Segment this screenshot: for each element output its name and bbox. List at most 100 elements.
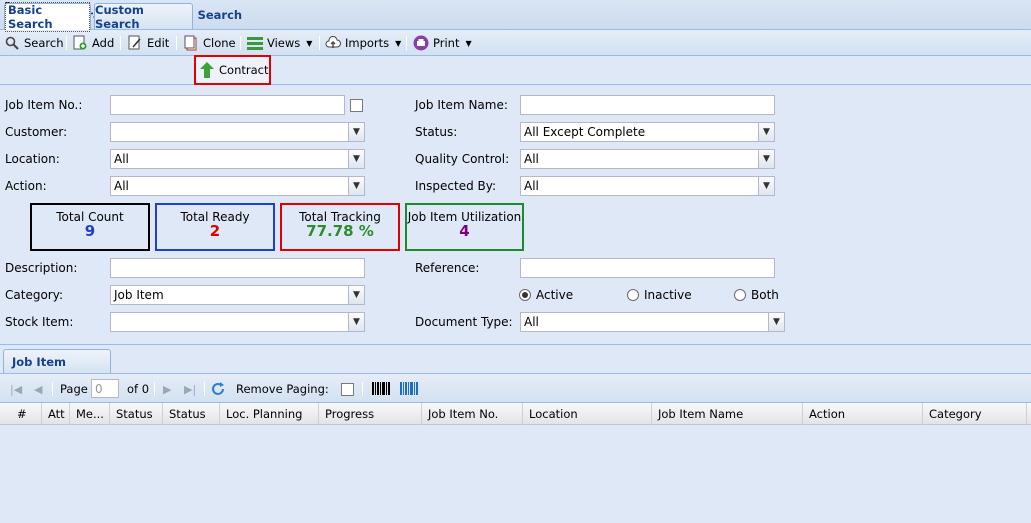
search-tabs: [0, 56, 1031, 85]
clone-button[interactable]: Clone: [183, 34, 236, 52]
document-type-combo[interactable]: All ▼: [520, 312, 785, 332]
radio-active[interactable]: [519, 289, 531, 301]
column-header-number[interactable]: #: [0, 403, 42, 425]
chevron-down-icon[interactable]: ▼: [348, 150, 364, 168]
tab-basic-search-label: Basic Search: [5, 2, 90, 32]
add-document-icon: [72, 35, 88, 51]
tab-basic-search[interactable]: Basic Search: [4, 2, 91, 32]
chevron-down-icon[interactable]: ▼: [768, 313, 784, 331]
chevron-down-icon[interactable]: ▼: [758, 150, 774, 168]
status-label: Status:: [415, 125, 458, 139]
inspected-by-value: All: [524, 179, 539, 193]
stock-item-combo[interactable]: ▼: [110, 312, 365, 332]
location-combo[interactable]: All ▼: [110, 149, 365, 169]
contract-label: Contract: [219, 63, 269, 77]
total-tracking-value: 77.78 %: [306, 222, 374, 240]
magnifier-icon: [4, 35, 20, 51]
radio-inactive-label: Inactive: [644, 288, 692, 302]
tab-custom-search[interactable]: Custom Search: [94, 2, 193, 31]
chevron-down-icon[interactable]: ▼: [348, 123, 364, 141]
customer-combo[interactable]: ▼: [110, 122, 365, 142]
category-combo[interactable]: Job Item ▼: [110, 285, 365, 305]
edit-button[interactable]: Edit: [127, 34, 169, 52]
radio-both-label: Both: [751, 288, 779, 302]
action-combo[interactable]: All ▼: [110, 176, 365, 196]
radio-both[interactable]: [734, 289, 746, 301]
last-page-icon[interactable]: ▶|: [184, 383, 196, 396]
job-item-utilization-value: 4: [459, 222, 470, 240]
edit-document-icon: [127, 35, 143, 51]
print-icon: [413, 35, 429, 51]
barcode-icon[interactable]: [372, 382, 390, 398]
job-item-name-label: Job Item Name:: [415, 98, 508, 112]
status-combo[interactable]: All Except Complete ▼: [520, 122, 775, 142]
column-header-loc-planning[interactable]: Loc. Planning: [220, 403, 319, 425]
job-item-no-checkbox[interactable]: [350, 99, 363, 112]
remove-paging-checkbox[interactable]: [341, 383, 354, 396]
stock-item-label: Stock Item:: [5, 315, 74, 329]
search-button[interactable]: Search: [4, 34, 64, 52]
toolbar: Search Add Edit Clone Views ▼ Imports ▼: [0, 30, 1031, 56]
clone-icon: [183, 35, 199, 51]
page-number-field[interactable]: 0: [91, 379, 119, 398]
tab-job-item[interactable]: Job Item: [3, 349, 111, 373]
column-header-job-item-no[interactable]: Job Item No.: [422, 403, 523, 425]
job-item-name-field[interactable]: [520, 95, 775, 115]
barcode-blue-icon[interactable]: [400, 382, 418, 398]
first-page-icon[interactable]: |◀: [10, 383, 22, 396]
quality-control-combo[interactable]: All ▼: [520, 149, 775, 169]
chevron-down-icon[interactable]: ▼: [348, 313, 364, 331]
page-label: Page: [60, 382, 88, 396]
chevron-down-icon[interactable]: ▼: [348, 177, 364, 195]
contract-button[interactable]: Contract: [194, 55, 271, 85]
document-type-value: All: [524, 315, 539, 329]
reference-field[interactable]: [520, 258, 775, 278]
tab-custom-search-label: Custom Search: [95, 2, 144, 31]
column-header-category[interactable]: Category: [923, 403, 1027, 425]
radio-inactive[interactable]: [627, 289, 639, 301]
column-header-status-1[interactable]: Status: [110, 403, 163, 425]
column-header-status-2[interactable]: Status: [163, 403, 220, 425]
chevron-down-icon[interactable]: ▼: [758, 177, 774, 195]
total-ready-value: 2: [209, 222, 221, 240]
add-button[interactable]: Add: [72, 34, 114, 52]
prev-page-icon[interactable]: ◀: [34, 383, 42, 396]
inspected-by-combo[interactable]: All ▼: [520, 176, 775, 196]
cloud-upload-icon: [325, 35, 341, 51]
document-type-label: Document Type:: [415, 315, 513, 329]
chevron-down-icon[interactable]: ▼: [758, 123, 774, 141]
radio-active-label: Active: [536, 288, 574, 302]
grid-body: [0, 425, 1031, 523]
job-item-utilization-box: Job Item Utilization 4: [405, 203, 524, 251]
location-value: All: [114, 152, 129, 166]
total-count-value: 9: [84, 222, 96, 240]
chevron-down-icon[interactable]: ▼: [348, 286, 364, 304]
total-count-box: Total Count 9: [30, 203, 150, 251]
column-header-action[interactable]: Action: [803, 403, 923, 425]
remove-paging-label: Remove Paging:: [236, 382, 329, 396]
job-item-no-field[interactable]: [110, 95, 345, 115]
clone-label: Clone: [203, 36, 236, 50]
total-tracking-box: Total Tracking 77.78 %: [280, 203, 400, 251]
refresh-icon[interactable]: [210, 381, 226, 400]
search-label: Search: [24, 36, 64, 50]
print-label: Print: [433, 36, 460, 50]
column-header-location[interactable]: Location: [523, 403, 652, 425]
column-header-progress[interactable]: Progress: [319, 403, 422, 425]
imports-button[interactable]: Imports ▼: [325, 34, 401, 52]
paging-toolbar: |◀ ◀ Page 0 of 0 ▶ ▶| Remove Paging:: [0, 373, 1031, 403]
imports-label: Imports: [345, 36, 390, 50]
column-header-job-item-name[interactable]: Job Item Name: [652, 403, 803, 425]
next-page-icon[interactable]: ▶: [163, 383, 171, 396]
column-header-me[interactable]: Me...: [70, 403, 110, 425]
reference-label: Reference:: [415, 261, 480, 275]
views-button[interactable]: Views ▼: [247, 34, 312, 52]
column-header-att[interactable]: Att: [42, 403, 70, 425]
action-value: All: [114, 179, 129, 193]
customer-label: Customer:: [5, 125, 68, 139]
category-value: Job Item: [114, 288, 164, 302]
print-button[interactable]: Print ▼: [413, 34, 472, 52]
up-arrow-icon: [200, 62, 214, 78]
tab-job-item-label: Job Item: [12, 354, 66, 369]
description-field[interactable]: [110, 258, 365, 278]
